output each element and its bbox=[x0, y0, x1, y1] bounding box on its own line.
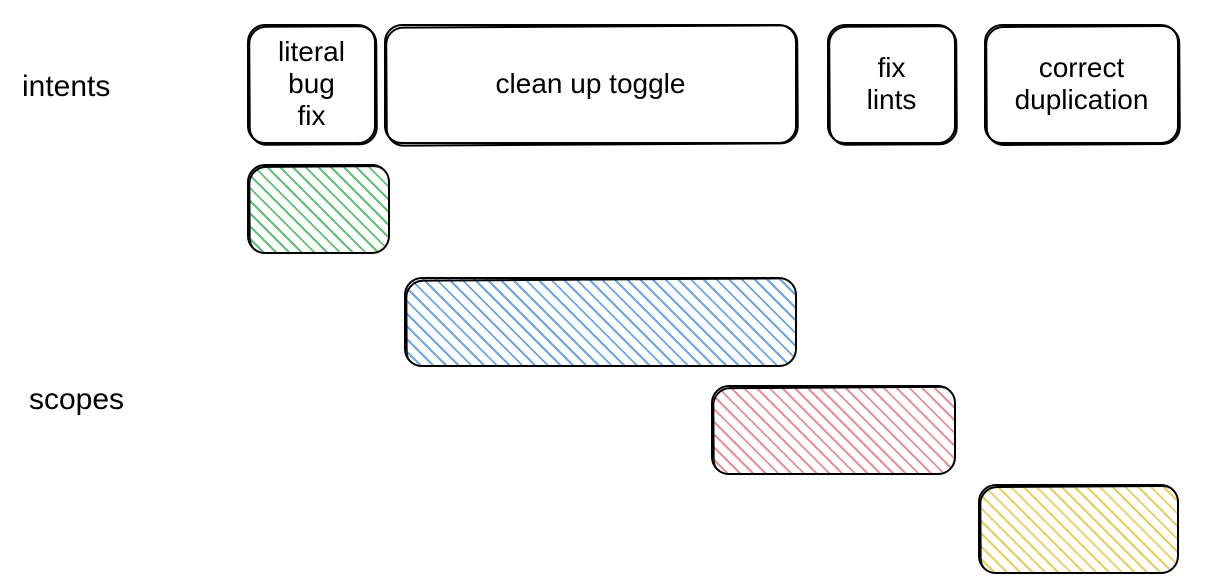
hatch-fill bbox=[980, 486, 1177, 572]
hatch-fill bbox=[406, 279, 795, 365]
diagram-stage: intents scopes literalbugfix clean up to… bbox=[0, 0, 1206, 582]
hatch-fill bbox=[249, 166, 388, 252]
intent-label: clean up toggle bbox=[496, 68, 686, 100]
intent-label: correctduplication bbox=[1015, 52, 1149, 116]
scope-box-4 bbox=[978, 484, 1179, 574]
intent-clean-up-toggle: clean up toggle bbox=[384, 24, 797, 144]
intent-fix-lints: fixlints bbox=[827, 24, 956, 144]
intent-literal-bug-fix: literalbugfix bbox=[247, 24, 376, 144]
intent-label: literalbugfix bbox=[278, 36, 345, 133]
scope-box-3 bbox=[711, 385, 956, 475]
intent-correct-duplication: correctduplication bbox=[984, 24, 1179, 144]
row-label-intents: intents bbox=[22, 72, 110, 102]
hatch-fill bbox=[713, 387, 954, 473]
intent-label: fixlints bbox=[867, 52, 917, 116]
scope-box-2 bbox=[404, 277, 797, 367]
row-label-scopes: scopes bbox=[29, 385, 124, 415]
scope-box-1 bbox=[247, 164, 390, 254]
